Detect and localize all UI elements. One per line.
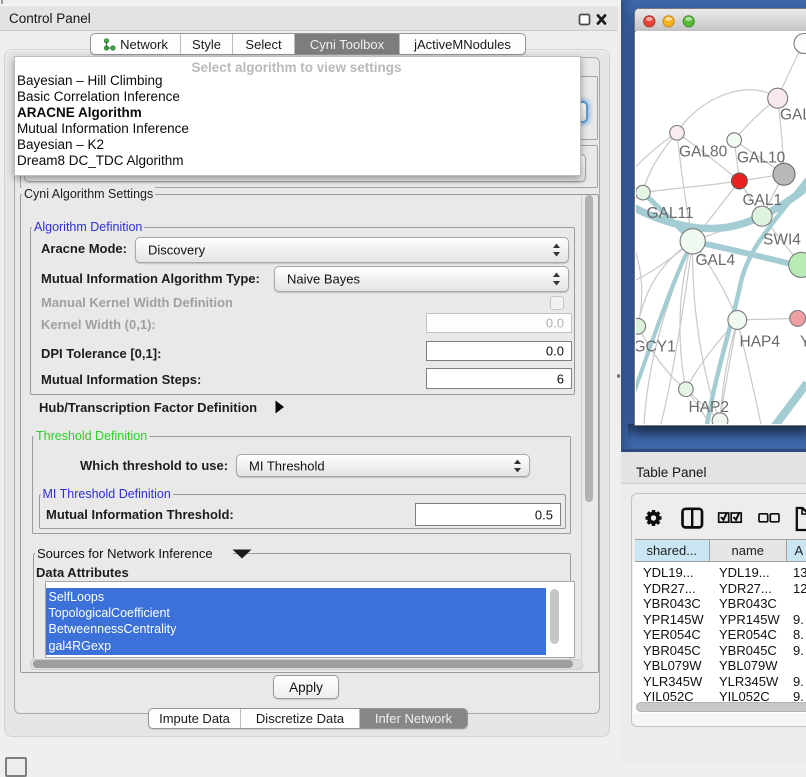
svg-text:GAL4: GAL4 [696, 252, 736, 269]
svg-text:GAL80: GAL80 [679, 144, 728, 161]
svg-text:GAL11: GAL11 [647, 205, 694, 222]
svg-text:Y: Y [800, 334, 806, 351]
svg-text:HAP2: HAP2 [689, 399, 730, 416]
svg-text:HAP4: HAP4 [740, 334, 781, 351]
svg-text:SWI4: SWI4 [763, 232, 801, 249]
svg-text:GAL10: GAL10 [737, 150, 786, 167]
svg-text:GAL1: GAL1 [743, 192, 783, 209]
svg-text:GCY1: GCY1 [636, 339, 676, 356]
svg-text:GAL7: GAL7 [780, 107, 806, 124]
